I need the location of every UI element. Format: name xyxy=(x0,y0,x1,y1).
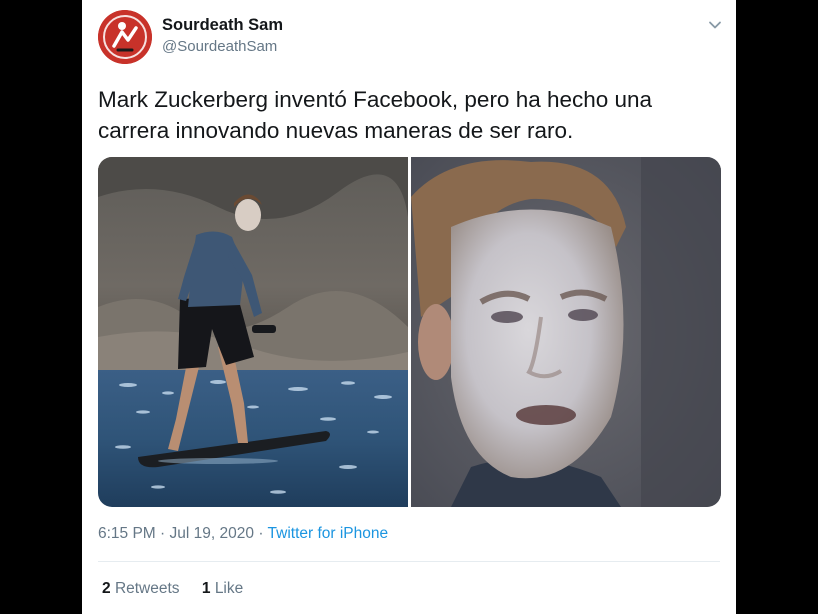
tweet-time[interactable]: 6:15 PM xyxy=(98,525,156,542)
avatar[interactable] xyxy=(98,10,152,64)
tweet-text: Mark Zuckerberg inventó Facebook, pero h… xyxy=(98,84,718,146)
chevron-down-icon[interactable] xyxy=(704,14,726,36)
separator: · xyxy=(160,525,166,542)
tweet-source-link[interactable]: Twitter for iPhone xyxy=(268,525,389,542)
photo-face-closeup[interactable] xyxy=(411,157,721,507)
likes-count: 1 xyxy=(201,580,211,597)
likes-label: Like xyxy=(214,580,244,597)
tweet-card: Sourdeath Sam @SourdeathSam Mark Zuckerb… xyxy=(82,0,736,614)
tweet-timestamp: 6:15 PM · Jul 19, 2020 · Twitter for iPh… xyxy=(98,525,388,543)
tweet-stats: 2 Retweets 1 Like xyxy=(102,580,243,598)
retweets-count: 2 xyxy=(102,580,111,597)
likes-stat[interactable]: 1 Like xyxy=(202,580,243,598)
separator: · xyxy=(258,525,264,542)
author-handle[interactable]: @SourdeathSam xyxy=(162,38,277,55)
photo-surfboard[interactable] xyxy=(98,157,408,507)
retweets-stat[interactable]: 2 Retweets xyxy=(102,580,180,598)
avatar-graphic xyxy=(98,10,152,64)
media-grid xyxy=(98,157,721,507)
tweet-text-line: Mark Zuckerberg inventó Facebook, pero h… xyxy=(98,87,653,112)
tweet-date[interactable]: Jul 19, 2020 xyxy=(170,525,254,542)
retweets-label: Retweets xyxy=(114,580,180,597)
divider xyxy=(98,561,720,562)
author-display-name[interactable]: Sourdeath Sam xyxy=(162,16,283,35)
tweet-text-line: carrera innovando nuevas maneras de ser … xyxy=(98,118,574,143)
